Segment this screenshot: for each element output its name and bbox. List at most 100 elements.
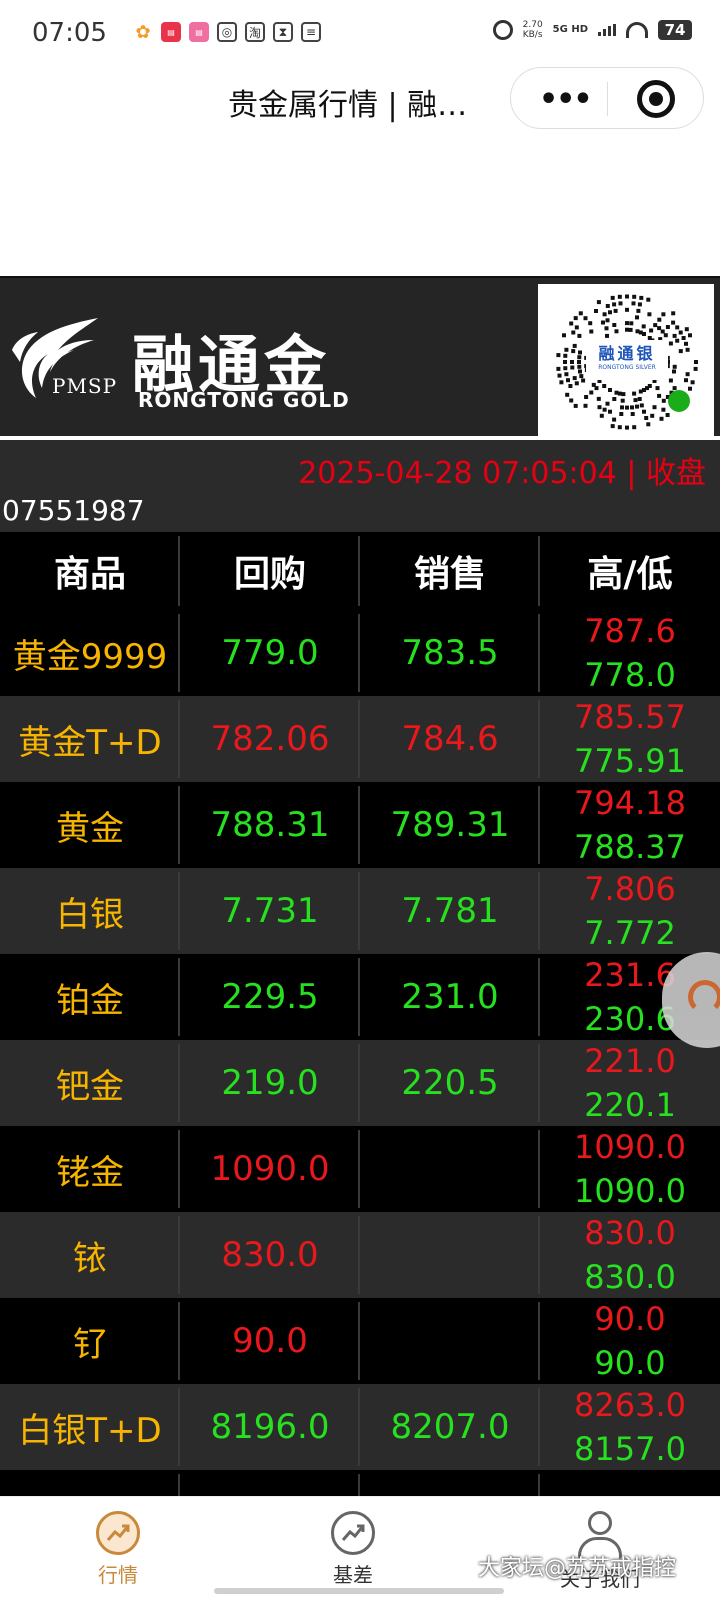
notification-icons: ✿ ▤ ▤ ◎ 淘 ⧗ ≡ [133,21,321,43]
low-price: 8157.0 [574,1430,686,1468]
close-button[interactable] [637,80,675,118]
sell-price [360,1212,540,1298]
trend-up-icon [331,1511,375,1555]
product-name: 黄金 [0,782,180,868]
nav-label: 基差 [333,1563,373,1587]
product-name: 钌 [0,1298,180,1384]
qr-brand-en: RONGTONG SILVER [598,364,656,371]
table-row: 白银T+D 8196.0 8207.0 8263.0 8157.0 [0,1384,720,1470]
buyback-price: 8196.0 [180,1384,360,1470]
high-low-cell: 8263.0 8157.0 [540,1384,720,1470]
high-low-cell: 794.18 788.37 [540,782,720,868]
more-button[interactable]: ••• [539,82,593,117]
bottom-nav: 行情 基差 关于我们 [0,1496,720,1600]
wifi-icon [626,22,648,38]
nav-item-basis[interactable]: 基差 [293,1511,413,1588]
product-name: 钯金 [0,1040,180,1126]
table-row: 钌 90.0 90.0 90.0 [0,1298,720,1384]
buyback-price: 788.31 [180,782,360,868]
header-high-low: 高/低 [587,554,673,595]
low-price: 788.37 [574,828,686,866]
product-name: 白银 [0,868,180,954]
header-product: 商品 [0,532,180,610]
product-name: 白银T+D [0,1384,180,1470]
app-notification-icon: ✿ [135,21,151,43]
sell-price: 789.31 [360,782,540,868]
table-row: 黄金T+D 782.06 784.6 785.57 775.91 [0,696,720,782]
mini-program-capsule: ••• [510,67,704,129]
buyback-price: 1090.0 [180,1126,360,1212]
alarm-icon [492,20,513,40]
signal-icon [598,24,616,36]
buyback-price: 219.0 [180,1040,360,1126]
taobao-icon: 淘 [245,22,265,42]
high-price: 794.18 [574,784,686,822]
table-row: 黄金9999 779.0 783.5 787.6 778.0 [0,610,720,696]
qr-label: 融通银 RONGTONG SILVER [586,340,668,380]
nav-label: 行情 [98,1563,138,1587]
table-row: 铑金 1090.0 1090.0 1090.0 [0,1126,720,1212]
mini-program-title-bar: 贵金属行情 | 融… ••• [0,66,720,130]
brand-name-en: RONGTONG GOLD [138,388,350,412]
low-price: 778.0 [584,656,676,694]
low-price: 775.91 [574,742,686,780]
sell-price: 220.5 [360,1040,540,1126]
high-price: 785.57 [574,698,686,736]
network-type: 5G HD [552,24,588,35]
net-speed-value: 2.70 [522,20,543,30]
qr-brand-cn: 融通银 [598,344,656,363]
high-price: 221.0 [584,1042,676,1080]
sell-price: 231.0 [360,954,540,1040]
table-row: 黄金 788.31 789.31 794.18 788.37 [0,782,720,868]
update-time-status: 2025-04-28 07:05:04 | 收盘 [298,456,706,491]
high-low-cell: 1090.0 1090.0 [540,1126,720,1212]
product-name: 黄金9999 [0,610,180,696]
product-name: 铑金 [0,1126,180,1212]
table-row: 钯金 219.0 220.5 221.0 220.1 [0,1040,720,1126]
sell-price: 7.781 [360,868,540,954]
high-price: 830.0 [584,1214,676,1252]
brand-banner: PMSP 融通金 RONGTONG GOLD 融通银 RONGTONG SILV… [0,276,720,436]
net-speed-unit: KB/s [522,30,543,40]
price-table: 商品 回购 销售 高/低 黄金9999 779.0 783.5 787.6 778.0 黄… [0,532,720,1556]
high-price: 8263.0 [574,1386,686,1424]
home-indicator[interactable] [214,1588,504,1594]
app-notification-icon: ◎ [217,22,237,42]
sell-price [360,1126,540,1212]
high-low-cell: 90.0 90.0 [540,1298,720,1384]
high-low-cell: 830.0 830.0 [540,1212,720,1298]
headset-icon [688,980,720,1014]
header-sell: 销售 [360,532,540,610]
high-price: 1090.0 [574,1128,686,1166]
high-low-cell: 787.6 778.0 [540,610,720,696]
status-bar: 07:05 ✿ ▤ ▤ ◎ 淘 ⧗ ≡ 2.70 KB/s 5G HD 74 [0,0,720,66]
page-title: 贵金属行情 | 融… [228,88,468,123]
sell-price: 783.5 [360,610,540,696]
high-price: 7.806 [584,870,676,908]
product-name: 铂金 [0,954,180,1040]
low-price: 220.1 [584,1086,676,1124]
buyback-price: 7.731 [180,868,360,954]
app-notification-icon: ▤ [161,22,181,42]
note-icon: ≡ [301,22,321,42]
buyback-price: 90.0 [180,1298,360,1384]
high-price: 787.6 [584,612,676,650]
product-name: 铱 [0,1212,180,1298]
buyback-price: 830.0 [180,1212,360,1298]
sell-price: 784.6 [360,696,540,782]
phone-number[interactable]: 07551987 [2,494,145,527]
high-low-cell: 785.57 775.91 [540,696,720,782]
low-price: 7.772 [584,914,676,952]
product-name: 黄金T+D [0,696,180,782]
low-price: 90.0 [594,1344,666,1382]
market-info: 2025-04-28 07:05:04 | 收盘 07551987 [0,440,720,532]
capsule-divider [607,82,608,116]
nav-item-quotes[interactable]: 行情 [58,1511,178,1588]
status-time: 07:05 [32,18,107,48]
app-notification-icon: ▤ [189,22,209,42]
table-row: 铂金 229.5 231.0 231.6 230.6 [0,954,720,1040]
trend-up-icon [96,1511,140,1555]
mini-program-qr-code[interactable]: 融通银 RONGTONG SILVER [538,284,714,436]
high-low-cell: 221.0 220.1 [540,1040,720,1126]
sell-price: 8207.0 [360,1384,540,1470]
